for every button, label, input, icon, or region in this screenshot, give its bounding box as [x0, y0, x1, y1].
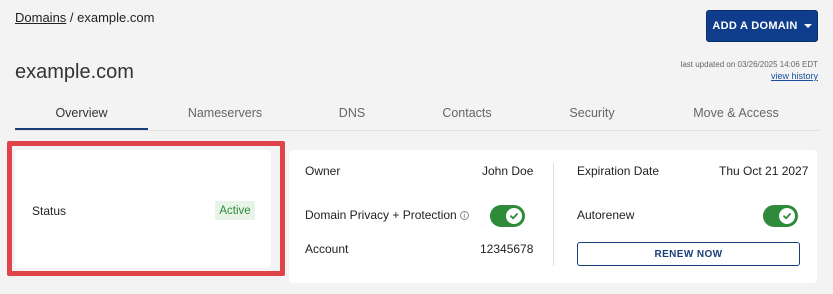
tab-move-access[interactable]: Move & Access: [675, 100, 797, 130]
account-value: 12345678: [480, 242, 534, 256]
last-updated-text: last updated on 03/26/2025 14:06 EDT: [680, 60, 818, 69]
autorenew-label: Autorenew: [577, 208, 635, 222]
expiration-label: Expiration Date: [577, 164, 660, 178]
tab-nameservers[interactable]: Nameservers: [158, 100, 292, 130]
add-domain-label: ADD A DOMAIN: [712, 20, 798, 32]
tab-contacts[interactable]: Contacts: [425, 100, 509, 130]
breadcrumb-current: example.com: [77, 10, 155, 25]
view-history-link[interactable]: view history: [771, 71, 818, 81]
caret-down-icon: [803, 24, 812, 28]
autorenew-toggle[interactable]: [763, 205, 798, 227]
toggle-knob: [779, 208, 795, 224]
toggle-knob: [506, 208, 522, 224]
add-domain-button[interactable]: ADD A DOMAIN: [706, 10, 818, 42]
renew-now-button[interactable]: RENEW NOW: [577, 242, 800, 266]
tab-divider: [15, 130, 820, 131]
breadcrumb-link-domains[interactable]: Domains: [15, 10, 66, 25]
breadcrumb-separator: /: [66, 10, 78, 25]
highlight-box: [7, 141, 285, 276]
tab-overview[interactable]: Overview: [15, 100, 148, 130]
check-icon: [510, 213, 518, 220]
privacy-label: Domain Privacy + Protection: [305, 208, 457, 222]
tab-bar: Overview Nameservers DNS Contacts Securi…: [15, 100, 820, 130]
breadcrumb: Domains / example.com: [15, 10, 154, 25]
owner-value: John Doe: [482, 164, 534, 178]
page-title: example.com: [15, 61, 134, 83]
check-icon: [783, 213, 791, 220]
expiration-value: Thu Oct 21 2027: [719, 164, 809, 178]
privacy-toggle[interactable]: [490, 205, 525, 227]
info-icon[interactable]: i: [459, 211, 469, 220]
owner-label: Owner: [305, 164, 341, 178]
tab-security[interactable]: Security: [545, 100, 639, 130]
column-divider: [553, 163, 554, 266]
account-label: Account: [305, 242, 349, 256]
tab-dns[interactable]: DNS: [303, 100, 401, 130]
privacy-label-row: Domain Privacy + Protection i: [305, 208, 469, 222]
